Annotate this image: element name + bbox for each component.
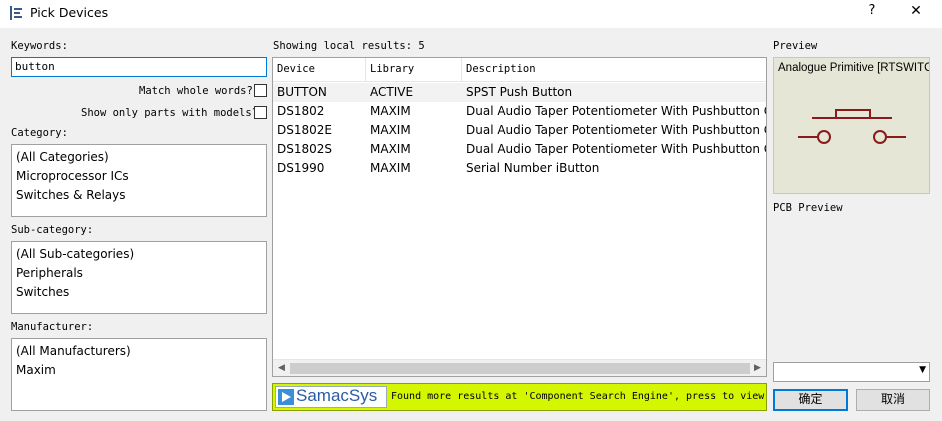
subcategory-list[interactable]: (All Sub-categories) Peripherals Switche… xyxy=(11,241,267,314)
cell-device: DS1802 xyxy=(277,104,325,118)
column-header-device[interactable]: Device xyxy=(273,58,366,82)
results-header: Device Library Description xyxy=(273,58,766,82)
cell-description: Dual Audio Taper Potentiometer With Push… xyxy=(466,142,766,156)
scroll-left-icon[interactable]: ◀ xyxy=(273,360,290,376)
list-item[interactable]: Microprocessor ICs xyxy=(16,167,262,186)
banner-message: Found more results at 'Component Search … xyxy=(391,391,765,402)
list-item[interactable]: Switches & Relays xyxy=(16,186,262,205)
samacsys-icon xyxy=(278,389,294,405)
cell-library: MAXIM xyxy=(370,104,411,118)
keywords-input-value: button xyxy=(15,60,55,73)
match-whole-words-checkbox[interactable] xyxy=(254,84,267,97)
pcb-package-select[interactable]: ▼ xyxy=(773,362,930,382)
results-table[interactable]: Device Library Description BUTTON ACTIVE… xyxy=(272,57,767,377)
results-summary: Showing local results: 5 xyxy=(273,40,425,52)
table-row[interactable]: DS1802 MAXIM Dual Audio Taper Potentiome… xyxy=(273,102,766,121)
column-header-description[interactable]: Description xyxy=(462,58,766,82)
cell-device: DS1990 xyxy=(277,161,325,175)
cancel-button[interactable]: 取消 xyxy=(856,389,930,411)
cell-library: ACTIVE xyxy=(370,85,414,99)
cell-description: SPST Push Button xyxy=(466,85,573,99)
keywords-label: Keywords: xyxy=(11,40,68,52)
window-title: Pick Devices xyxy=(30,5,109,20)
ok-button[interactable]: 确定 xyxy=(773,389,848,411)
table-row[interactable]: DS1802S MAXIM Dual Audio Taper Potentiom… xyxy=(273,140,766,159)
only-with-models-label: Show only parts with models? xyxy=(81,107,259,119)
cell-description: Dual Audio Taper Potentiometer With Push… xyxy=(466,123,766,137)
samacsys-logo-text: SamacSys xyxy=(296,386,378,405)
list-item[interactable]: (All Sub-categories) xyxy=(16,245,262,264)
chevron-down-icon[interactable]: ▼ xyxy=(919,365,926,375)
table-row[interactable]: BUTTON ACTIVE SPST Push Button xyxy=(273,83,766,102)
component-search-banner[interactable]: SamacSys Found more results at 'Componen… xyxy=(272,383,767,411)
list-item[interactable]: Maxim xyxy=(16,361,262,380)
samacsys-logo: SamacSys xyxy=(275,386,387,408)
horizontal-scrollbar[interactable]: ◀ ▶ xyxy=(273,359,766,376)
manufacturer-label: Manufacturer: xyxy=(11,321,94,333)
help-button[interactable]: ? xyxy=(860,3,884,23)
category-label: Category: xyxy=(11,127,68,139)
list-item[interactable]: Peripherals xyxy=(16,264,262,283)
table-row[interactable]: DS1990 MAXIM Serial Number iButton xyxy=(273,159,766,178)
preview-label: Preview xyxy=(773,40,818,52)
only-with-models-checkbox[interactable] xyxy=(254,106,267,119)
schematic-preview: Analogue Primitive [RTSWITCH] xyxy=(773,57,930,194)
cell-library: MAXIM xyxy=(370,161,411,175)
table-row[interactable]: DS1802E MAXIM Dual Audio Taper Potentiom… xyxy=(273,121,766,140)
cell-device: DS1802S xyxy=(277,142,333,156)
list-item[interactable]: (All Manufacturers) xyxy=(16,342,262,361)
match-whole-words-label: Match whole words? xyxy=(139,85,253,97)
cell-device: DS1802E xyxy=(277,123,332,137)
cell-description: Dual Audio Taper Potentiometer With Push… xyxy=(466,104,766,118)
app-icon xyxy=(8,5,24,21)
subcategory-label: Sub-category: xyxy=(11,224,94,236)
list-item[interactable]: (All Categories) xyxy=(16,148,262,167)
pcb-preview-label: PCB Preview xyxy=(773,202,843,214)
title-bar: Pick Devices ? ✕ xyxy=(0,0,942,28)
cell-library: MAXIM xyxy=(370,142,411,156)
scrollbar-thumb[interactable] xyxy=(290,363,750,374)
scroll-right-icon[interactable]: ▶ xyxy=(749,360,766,376)
category-list[interactable]: (All Categories) Microprocessor ICs Swit… xyxy=(11,144,267,217)
close-button[interactable]: ✕ xyxy=(904,3,928,23)
manufacturer-list[interactable]: (All Manufacturers) Maxim xyxy=(11,338,267,411)
column-header-library[interactable]: Library xyxy=(366,58,462,82)
cell-device: BUTTON xyxy=(277,85,327,99)
cell-description: Serial Number iButton xyxy=(466,161,600,175)
cell-library: MAXIM xyxy=(370,123,411,137)
list-item[interactable]: Switches xyxy=(16,283,262,302)
pcb-preview xyxy=(773,215,930,357)
push-button-symbol-icon xyxy=(798,109,906,144)
keywords-input[interactable]: button xyxy=(11,57,267,77)
